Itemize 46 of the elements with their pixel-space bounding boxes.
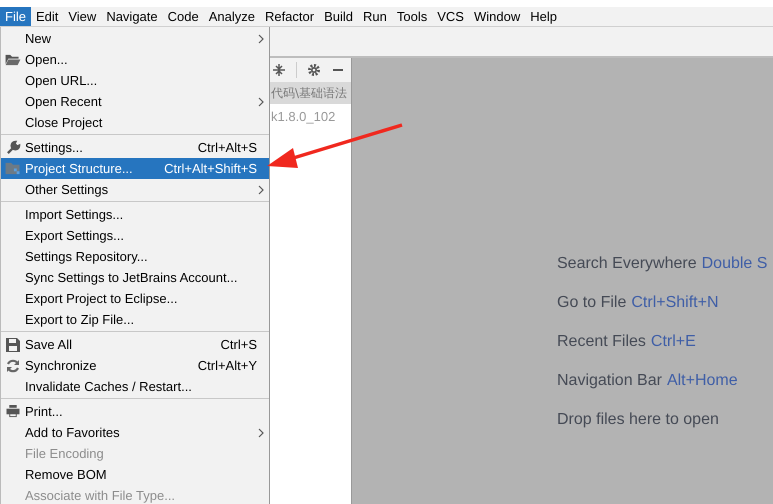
menu-bar-item[interactable]: View — [63, 7, 102, 26]
menu-item[interactable]: Export Settings... — [1, 225, 269, 246]
printer-icon — [6, 405, 20, 418]
menu-bar-item[interactable]: Refactor — [260, 7, 320, 26]
menu-item[interactable]: Invalidate Caches / Restart... — [1, 376, 269, 397]
welcome-hint: Search Everywhere Double S — [557, 254, 768, 274]
menu-bar-item[interactable]: Code — [162, 7, 204, 26]
menu-bar-item[interactable]: Run — [358, 7, 392, 26]
menu-bar-item[interactable]: Edit — [30, 7, 64, 26]
menu-bar-item[interactable]: Tools — [392, 7, 432, 26]
menu-item[interactable]: Import Settings... — [1, 204, 269, 225]
menu-item[interactable]: Remove BOM — [1, 464, 269, 485]
menu-item[interactable]: Add to Favorites — [1, 422, 269, 443]
menu-item[interactable]: Export Project to Eclipse... — [1, 288, 269, 309]
menu-item[interactable]: Project Structure... Ctrl+Alt+Shift+S — [1, 158, 269, 179]
menu-bar-item[interactable]: Window — [468, 7, 526, 26]
settings-icon[interactable] — [307, 63, 321, 77]
menu-bar-item[interactable]: VCS — [432, 7, 469, 26]
wrench-icon — [6, 140, 20, 155]
menu-bar-item[interactable]: Navigate — [101, 7, 163, 26]
menu-item[interactable]: Open URL... — [1, 70, 269, 91]
menu-item[interactable]: Open... — [1, 49, 269, 70]
menu-item[interactable]: Print... — [1, 401, 269, 422]
welcome-hint: Go to File Ctrl+Shift+N — [557, 293, 720, 313]
menu-bar-item[interactable]: File — [0, 7, 31, 26]
sync-icon — [6, 358, 20, 372]
menu-item[interactable]: Settings... Ctrl+Alt+S — [1, 137, 269, 158]
welcome-hint: Drop files here to open — [557, 410, 720, 430]
folder-icon — [5, 53, 21, 66]
menu-item[interactable]: Sync Settings to JetBrains Account... — [1, 267, 269, 288]
welcome-hint: Recent Files Ctrl+E — [557, 332, 697, 352]
menu-item[interactable]: Close Project — [1, 112, 269, 133]
path-text: 代码\基础语法 — [271, 84, 348, 102]
welcome-hint: Navigation Bar Alt+Home — [557, 371, 739, 391]
menu-item[interactable]: New — [1, 28, 269, 49]
menu-item[interactable]: Open Recent — [1, 91, 269, 112]
menu-bar-item[interactable]: Analyze — [204, 7, 260, 26]
menu-item[interactable]: Other Settings — [1, 179, 269, 200]
folder-grid-icon — [5, 162, 21, 175]
menu-item[interactable]: Export to Zip File... — [1, 309, 269, 330]
menu-item[interactable]: Save All Ctrl+S — [1, 334, 269, 355]
menu-item[interactable]: Settings Repository... — [1, 246, 269, 267]
sdk-label: k1.8.0_102 — [271, 109, 336, 124]
menu-bar-item[interactable]: Help — [525, 7, 562, 26]
menu-item[interactable]: Synchronize Ctrl+Alt+Y — [1, 355, 269, 376]
menu-bar-item[interactable]: Build — [319, 7, 358, 26]
